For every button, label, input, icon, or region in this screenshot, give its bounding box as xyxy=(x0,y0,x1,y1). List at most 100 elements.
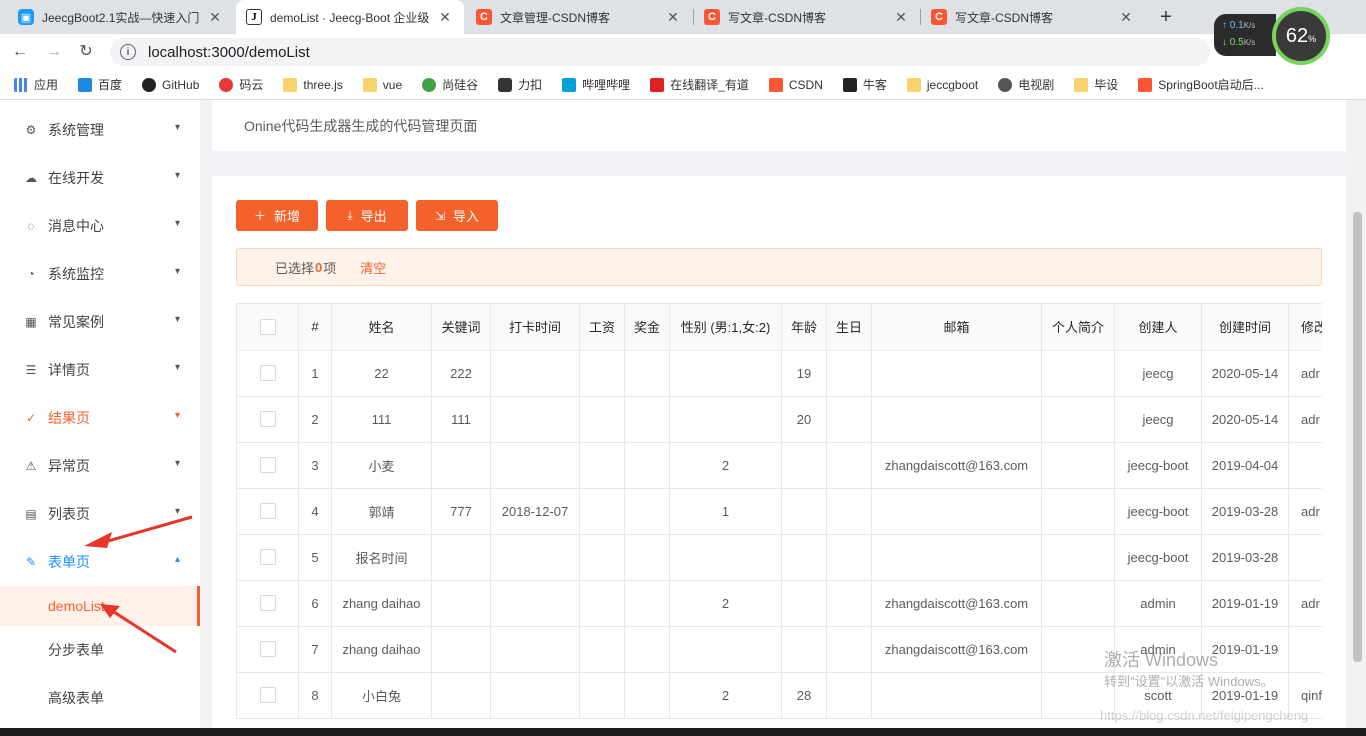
sidebar-item-list-page[interactable]: ▤ 列表页 ▾ xyxy=(0,490,200,538)
row-checkbox-cell[interactable] xyxy=(236,672,299,719)
bookmark-atguigu[interactable]: 尚硅谷 xyxy=(422,76,478,93)
select-all-checkbox-cell[interactable] xyxy=(236,304,299,351)
table-cell xyxy=(1288,442,1322,489)
row-checkbox-cell[interactable] xyxy=(236,534,299,581)
bookmark-vue[interactable]: vue xyxy=(362,77,402,92)
url-input[interactable]: i localhost:3000/demoList xyxy=(110,38,1210,66)
bookmark-github[interactable]: GitHub xyxy=(142,77,199,92)
table-row[interactable]: 1 22 222 19 jeecg 2020-05-14 adr xyxy=(236,350,1322,397)
chevron-down-icon: ▾ xyxy=(174,506,180,517)
sidebar-item-detail-page[interactable]: ☰ 详情页 ▾ xyxy=(0,346,200,394)
back-arrow-icon[interactable]: ← xyxy=(8,40,32,64)
browser-tab-jeecg-guide[interactable]: ▣ JeecgBoot2.1实战—快速入门 ✕ xyxy=(8,0,234,34)
address-bar-row: ← → ↻ i localhost:3000/demoList xyxy=(0,34,1366,70)
bookmark-csdn[interactable]: CSDN xyxy=(768,77,823,92)
row-checkbox-cell[interactable] xyxy=(236,350,299,397)
table-row[interactable]: 8 小白兔 2 28 scott 2019-01-19 qinf xyxy=(236,672,1322,719)
row-checkbox-cell[interactable] xyxy=(236,580,299,627)
table-row[interactable]: 4 郭靖 777 2018-12-07 1 jeecg-boot 2019-03-28 adr xyxy=(236,488,1322,535)
table-row[interactable]: 7 zhang daihao zhangdaiscott@163.com admin 2… xyxy=(236,626,1322,673)
forward-arrow-icon[interactable]: → xyxy=(42,40,66,64)
row-checkbox-cell[interactable] xyxy=(236,626,299,673)
table-cell xyxy=(490,626,580,673)
chevron-down-icon: ▾ xyxy=(174,170,180,181)
sidebar-subitem-advanced-form[interactable]: 高级表单 xyxy=(0,674,200,722)
sidebar-item-result-page[interactable]: ✓ 结果页 ▾ xyxy=(0,394,200,442)
sidebar-item-online-dev[interactable]: ☁ 在线开发 ▾ xyxy=(0,154,200,202)
bookmark-apps[interactable]: 应用 xyxy=(14,76,58,93)
browser-tab-csdn-articles[interactable]: C 文章管理-CSDN博客 ✕ xyxy=(466,0,692,34)
sidebar-item-common-cases[interactable]: ▦ 常见案例 ▾ xyxy=(0,298,200,346)
clear-selection-link[interactable]: 清空 xyxy=(360,258,386,277)
row-checkbox[interactable] xyxy=(259,549,276,566)
table-cell xyxy=(1041,534,1115,581)
table-cell: adr xyxy=(1288,580,1322,627)
row-checkbox[interactable] xyxy=(259,595,276,612)
bookmark-threejs[interactable]: three.js xyxy=(283,77,343,92)
table-row[interactable]: 5 报名时间 jeecg-boot 2019-03-28 xyxy=(236,534,1322,581)
table-cell xyxy=(1041,672,1115,719)
table-cell: 4 xyxy=(298,488,332,535)
table-cell: 1 xyxy=(669,488,782,535)
row-checkbox[interactable] xyxy=(259,411,276,428)
close-icon[interactable]: ✕ xyxy=(206,9,224,26)
bookmark-bilibili[interactable]: 哔哩哔哩 xyxy=(562,76,630,93)
sidebar-subitem-step-form[interactable]: 分步表单 xyxy=(0,626,200,674)
sidebar-item-system-management[interactable]: ⚙ 系统管理 ▾ xyxy=(0,106,200,154)
bookmark-nowcoder[interactable]: 牛客 xyxy=(842,76,887,93)
row-checkbox-cell[interactable] xyxy=(236,442,299,489)
new-tab-plus-icon[interactable]: + xyxy=(1153,4,1179,30)
browser-tab-csdn-write-1[interactable]: C 写文章-CSDN博客 ✕ xyxy=(694,0,920,34)
table-cell xyxy=(1288,626,1322,673)
csdn-icon xyxy=(768,77,783,92)
table-row[interactable]: 2 111 111 20 jeecg 2020-05-14 adr xyxy=(236,396,1322,443)
row-checkbox-cell[interactable] xyxy=(236,396,299,443)
import-button[interactable]: ⇲ 导入 xyxy=(416,200,498,231)
table-cell: 2020-05-14 xyxy=(1201,396,1289,443)
sidebar-subitem-demolist[interactable]: demoList xyxy=(0,586,200,626)
bookmark-jeccgboot[interactable]: jeccgboot xyxy=(906,77,978,92)
page-description: Onine代码生成器生成的代码管理页面 xyxy=(244,118,478,134)
bookmark-graduation[interactable]: 毕设 xyxy=(1074,76,1118,93)
bookmark-springboot[interactable]: SpringBoot启动后... xyxy=(1138,76,1264,93)
bookmark-leetcode[interactable]: 力扣 xyxy=(498,76,542,93)
row-checkbox[interactable] xyxy=(259,641,276,658)
close-icon[interactable]: ✕ xyxy=(1117,9,1135,26)
row-checkbox[interactable] xyxy=(259,365,276,382)
export-button[interactable]: ⤓ 导出 xyxy=(326,200,408,231)
sidebar-item-message-center[interactable]: ◌ 消息中心 ▾ xyxy=(0,202,200,250)
page-scrollbar[interactable] xyxy=(1349,100,1366,728)
row-checkbox[interactable] xyxy=(259,687,276,704)
select-all-checkbox[interactable] xyxy=(259,319,276,336)
bookmark-baidu[interactable]: 百度 xyxy=(78,76,122,93)
browser-tab-demolist[interactable]: J demoList · Jeecg-Boot 企业级 ✕ xyxy=(236,0,464,34)
scrollbar-thumb[interactable] xyxy=(1353,212,1362,662)
table-header-row: # 姓名 关键词 打卡时间 工资 奖金 性别 (男:1,女:2) 年龄 生日 邮… xyxy=(236,304,1322,351)
close-icon[interactable]: ✕ xyxy=(436,9,454,26)
table-cell xyxy=(431,626,491,673)
row-checkbox-cell[interactable] xyxy=(236,488,299,535)
table-row[interactable]: 3 小麦 2 zhangdaiscott@163.com jeecg-boot 2019-… xyxy=(236,442,1322,489)
table-cell: adr xyxy=(1288,396,1322,443)
sidebar-item-exception-page[interactable]: ⚠ 异常页 ▾ xyxy=(0,442,200,490)
table-row[interactable]: 6 zhang daihao 2 zhangdaiscott@163.com admin… xyxy=(236,580,1322,627)
sidebar-menu: ⚙ 系统管理 ▾ ☁ 在线开发 ▾ ◌ 消息中心 ▾ ◔ 系统监控 ▾ ▦ 常见… xyxy=(0,100,200,728)
table-cell: 28 xyxy=(781,672,827,719)
add-button[interactable]: ＋ 新增 xyxy=(236,200,318,231)
table-cell: 111 xyxy=(331,396,432,443)
close-icon[interactable]: ✕ xyxy=(892,9,910,26)
reload-icon[interactable]: ↻ xyxy=(74,40,98,64)
site-info-icon[interactable]: i xyxy=(120,44,136,60)
bookmark-youdao[interactable]: 在线翻译_有道 xyxy=(650,76,749,93)
bookmark-gitee[interactable]: 码云 xyxy=(219,76,263,93)
sidebar-item-system-monitor[interactable]: ◔ 系统监控 ▾ xyxy=(0,250,200,298)
row-checkbox[interactable] xyxy=(259,503,276,520)
row-checkbox[interactable] xyxy=(259,457,276,474)
close-icon[interactable]: ✕ xyxy=(664,9,682,26)
table-cell: scott xyxy=(1114,672,1202,719)
sidebar-item-form-page[interactable]: ✎ 表单页 ▴ xyxy=(0,538,200,586)
browser-tab-csdn-write-2[interactable]: C 写文章-CSDN博客 ✕ xyxy=(921,0,1145,34)
table-cell xyxy=(826,534,872,581)
bookmark-tv[interactable]: 电视剧 xyxy=(998,76,1054,93)
column-header: 性别 (男:1,女:2) xyxy=(669,304,782,351)
